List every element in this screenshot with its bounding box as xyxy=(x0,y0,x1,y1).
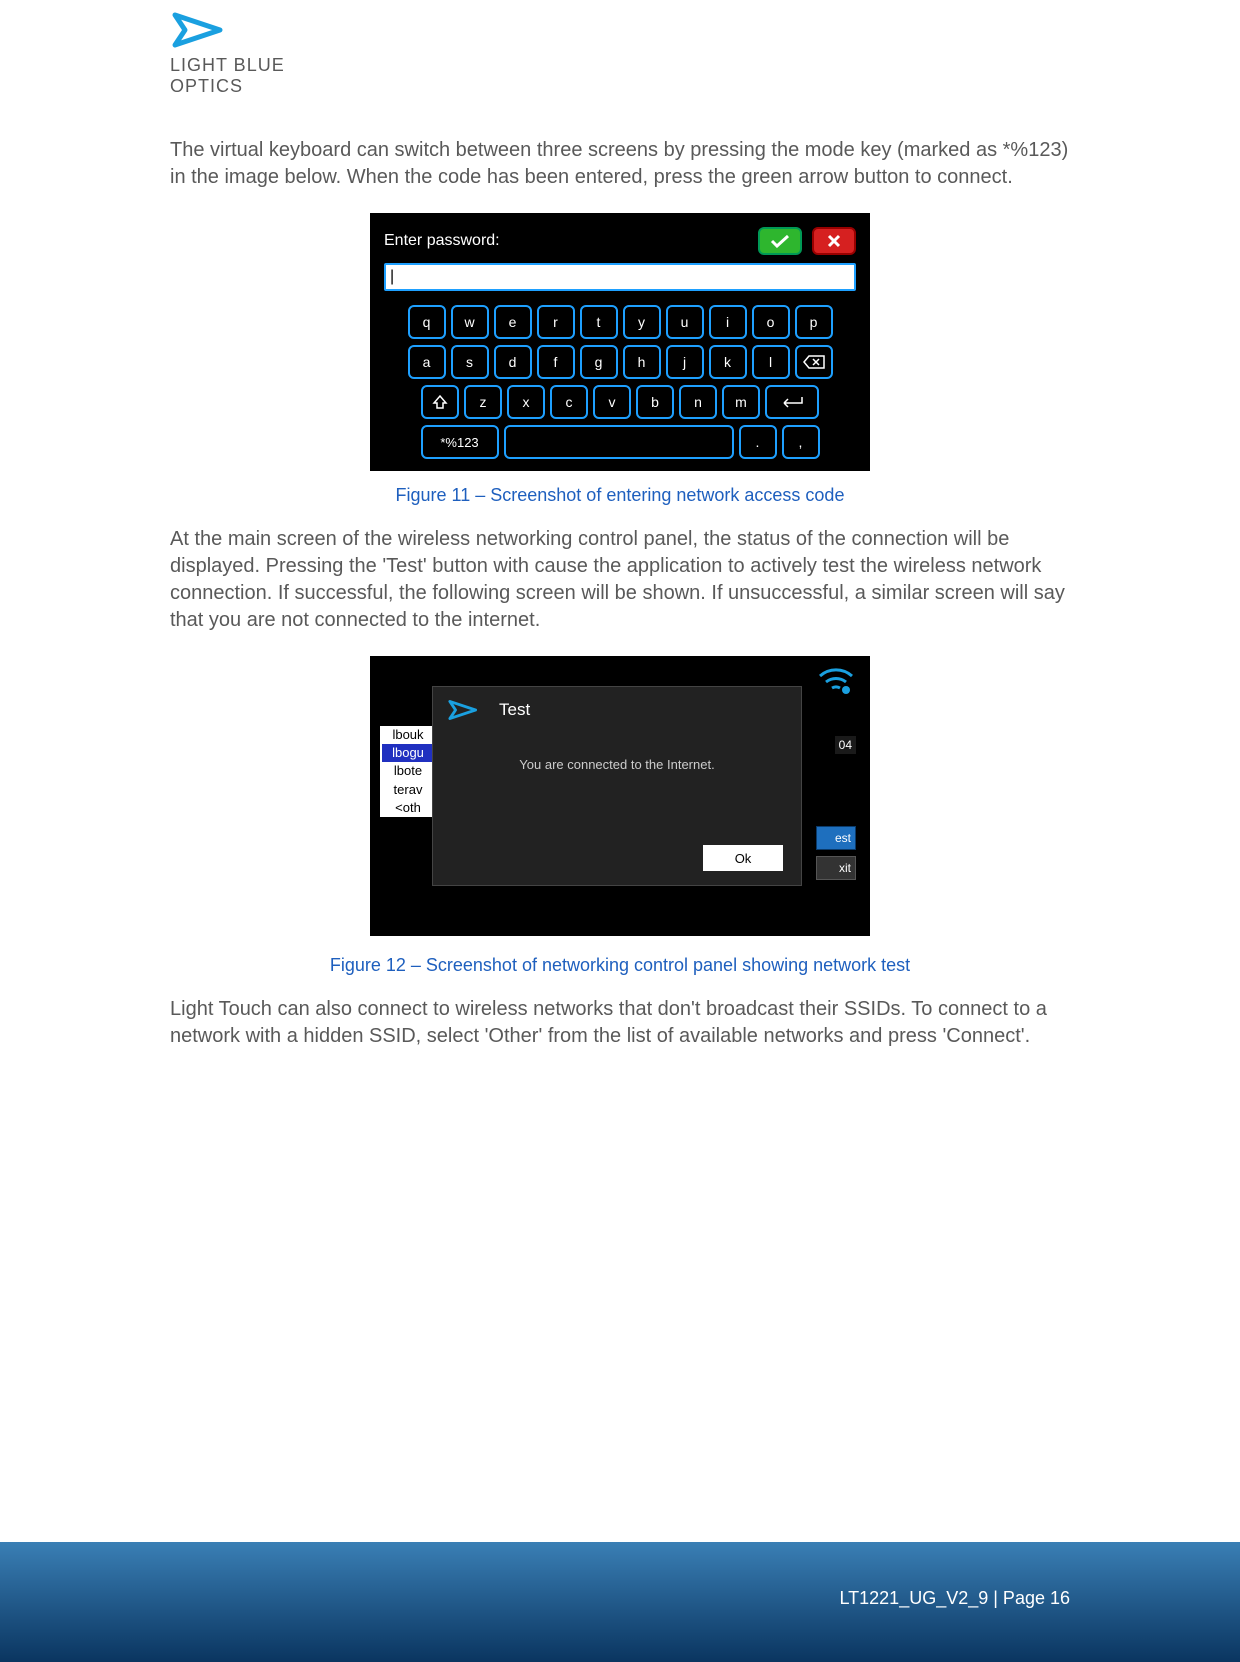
cancel-button[interactable] xyxy=(812,227,856,255)
key-b[interactable]: b xyxy=(636,385,674,419)
key-v[interactable]: v xyxy=(593,385,631,419)
network-list: lbouk lbogu lbote terav <oth xyxy=(380,726,436,817)
backspace-icon xyxy=(803,355,825,369)
dialog-ok-button[interactable]: Ok xyxy=(703,845,783,871)
footer: LT1221_UG_V2_9 | Page 16 xyxy=(0,1542,1240,1662)
key-comma[interactable]: , xyxy=(782,425,820,459)
key-i[interactable]: i xyxy=(709,305,747,339)
network-item-0[interactable]: lbouk xyxy=(382,726,434,744)
network-item-2[interactable]: lbote xyxy=(382,762,434,780)
key-q[interactable]: q xyxy=(408,305,446,339)
key-p[interactable]: p xyxy=(795,305,833,339)
dialog-message: You are connected to the Internet. xyxy=(433,733,801,772)
key-n[interactable]: n xyxy=(679,385,717,419)
logo-icon xyxy=(170,10,240,50)
network-test-figure: lbouk lbogu lbote terav <oth 04 est xit xyxy=(370,656,870,936)
keyboard-figure: Enter password: | q w e r t xyxy=(370,213,870,471)
close-icon xyxy=(827,234,841,248)
check-icon xyxy=(770,234,790,248)
network-item-3[interactable]: terav xyxy=(382,781,434,799)
network-item-1[interactable]: lbogu xyxy=(382,744,434,762)
key-f[interactable]: f xyxy=(537,345,575,379)
key-y[interactable]: y xyxy=(623,305,661,339)
key-period[interactable]: . xyxy=(739,425,777,459)
key-shift[interactable] xyxy=(421,385,459,419)
test-dialog: Test You are connected to the Internet. … xyxy=(432,686,802,886)
key-backspace[interactable] xyxy=(795,345,833,379)
key-h[interactable]: h xyxy=(623,345,661,379)
network-item-4[interactable]: <oth xyxy=(382,799,434,817)
figure-12-caption: Figure 12 – Screenshot of networking con… xyxy=(170,955,1070,976)
network-badge: 04 xyxy=(835,736,856,754)
enter-icon xyxy=(778,395,806,409)
key-m[interactable]: m xyxy=(722,385,760,419)
paragraph-3: Light Touch can also connect to wireless… xyxy=(170,996,1070,1050)
key-a[interactable]: a xyxy=(408,345,446,379)
key-k[interactable]: k xyxy=(709,345,747,379)
paragraph-1: The virtual keyboard can switch between … xyxy=(170,137,1070,191)
key-space[interactable] xyxy=(504,425,734,459)
dialog-title: Test xyxy=(499,700,530,720)
key-g[interactable]: g xyxy=(580,345,618,379)
paragraph-2: At the main screen of the wireless netwo… xyxy=(170,526,1070,634)
logo-text-2: OPTICS xyxy=(170,76,1070,97)
key-s[interactable]: s xyxy=(451,345,489,379)
test-button-partial[interactable]: est xyxy=(816,826,856,850)
key-e[interactable]: e xyxy=(494,305,532,339)
keyboard-row-2: a s d f g h j k l xyxy=(408,345,833,379)
keyboard-row-3: z x c v b n m xyxy=(421,385,819,419)
key-z[interactable]: z xyxy=(464,385,502,419)
key-w[interactable]: w xyxy=(451,305,489,339)
figure-11-caption: Figure 11 – Screenshot of entering netwo… xyxy=(170,485,1070,506)
key-mode[interactable]: *%123 xyxy=(421,425,499,459)
dialog-logo-icon xyxy=(447,697,487,723)
key-c[interactable]: c xyxy=(550,385,588,419)
key-u[interactable]: u xyxy=(666,305,704,339)
key-j[interactable]: j xyxy=(666,345,704,379)
key-o[interactable]: o xyxy=(752,305,790,339)
confirm-button[interactable] xyxy=(758,227,802,255)
key-t[interactable]: t xyxy=(580,305,618,339)
password-prompt: Enter password: xyxy=(384,232,500,250)
key-r[interactable]: r xyxy=(537,305,575,339)
shift-icon xyxy=(432,394,448,410)
key-enter[interactable] xyxy=(765,385,819,419)
key-l[interactable]: l xyxy=(752,345,790,379)
wifi-icon xyxy=(816,664,856,694)
password-input[interactable]: | xyxy=(384,263,856,291)
exit-button-partial[interactable]: xit xyxy=(816,856,856,880)
keyboard-row-1: q w e r t y u i o p xyxy=(408,305,833,339)
logo: LIGHT BLUE OPTICS xyxy=(170,0,1070,97)
input-cursor: | xyxy=(390,268,394,286)
footer-text: LT1221_UG_V2_9 | Page 16 xyxy=(839,1588,1070,1609)
logo-text-1: LIGHT BLUE xyxy=(170,55,1070,76)
key-x[interactable]: x xyxy=(507,385,545,419)
keyboard-row-4: *%123 . , xyxy=(421,425,820,459)
key-d[interactable]: d xyxy=(494,345,532,379)
